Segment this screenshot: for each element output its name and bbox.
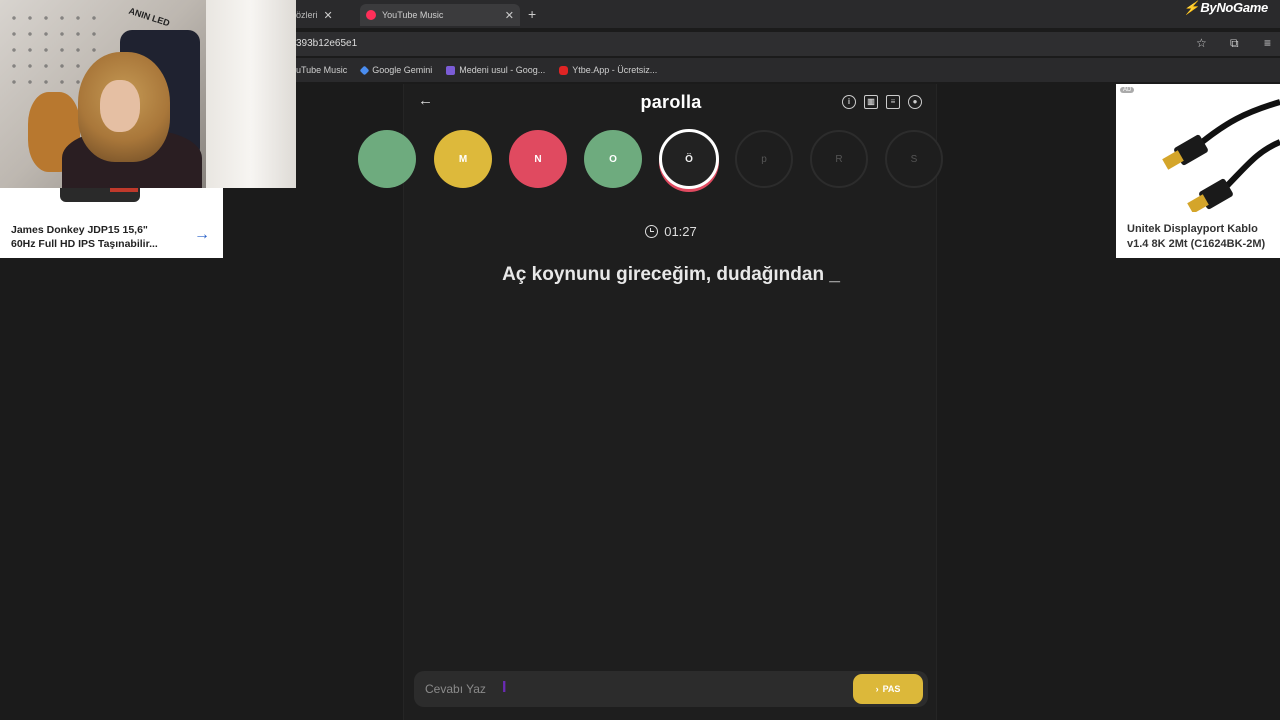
- gemini-icon: [359, 65, 370, 75]
- new-tab-button[interactable]: +: [528, 6, 536, 22]
- question-text: Aç koynunu gireceğim, dudağından _: [502, 264, 840, 285]
- screen: özleri ✕ YouTube Music ✕ + ⚡ByNoGame 393…: [0, 0, 1280, 720]
- close-tab-icon[interactable]: ✕: [505, 9, 514, 22]
- ad-right[interactable]: AD Unitek Displayport Kablo v1.4 8K 2Mt …: [1116, 84, 1280, 258]
- bookmark-label: Ytbe.App - Ücretsiz...: [572, 65, 658, 75]
- bookmark-label: Medeni usul - Goog...: [459, 65, 546, 75]
- pass-label: PAS: [882, 684, 901, 694]
- letter-circle: R: [810, 130, 868, 188]
- letter-text: P: [761, 153, 767, 165]
- game-panel: ← parolla i ▥ ≡ ● M N O Ö P R S 01:27 Aç…: [358, 84, 943, 720]
- chevron-right-icon: ›: [875, 684, 879, 694]
- letter-circle: M: [434, 130, 492, 188]
- info-icon[interactable]: i: [842, 95, 856, 109]
- ad-product-accent: [110, 188, 138, 192]
- stream-brand-logo: ⚡ByNoGame: [1183, 0, 1268, 16]
- bookmark-ytbe-app[interactable]: Ytbe.App - Ücretsiz...: [559, 65, 657, 75]
- bookmarks-bar: uTube Music Google Gemini Medeni usul - …: [296, 58, 1280, 82]
- answer-input[interactable]: [414, 671, 844, 707]
- neon-sign: ANIN LED: [127, 5, 172, 29]
- stats-icon[interactable]: ▥: [864, 95, 878, 109]
- bookmark-label: uTube Music: [296, 65, 348, 75]
- pass-button[interactable]: › PAS: [853, 674, 923, 704]
- extensions-icon[interactable]: ⧉: [1230, 36, 1239, 51]
- brand-name: ByNoGame: [1200, 0, 1268, 15]
- bookmark-label: Google Gemini: [372, 65, 433, 75]
- displayport-cable-image: [1162, 99, 1280, 212]
- ad-title[interactable]: Unitek Displayport Kablo v1.4 8K 2Mt (C1…: [1127, 222, 1280, 252]
- bookmark-youtube-music[interactable]: uTube Music: [296, 65, 347, 75]
- tab-label: özleri: [296, 10, 318, 20]
- browser-tab[interactable]: özleri ✕: [296, 4, 356, 26]
- docs-icon: [446, 65, 456, 75]
- tab-label: YouTube Music: [382, 10, 444, 20]
- ad-title-text: Unitek Displayport Kablo v1.4 8K 2Mt (C1…: [1127, 223, 1266, 250]
- youtube-icon: [559, 65, 569, 75]
- letter-circle: O: [584, 130, 642, 188]
- answer-bar: I ›PAS: [414, 671, 928, 707]
- header-icons: i ▥ ≡ ●: [842, 95, 922, 109]
- webcam-overlay: ANIN LED: [0, 0, 296, 188]
- clock-icon: [645, 225, 659, 238]
- youtube-music-icon: [366, 10, 376, 20]
- timer: 01:27: [404, 224, 938, 239]
- letter-circle: S: [885, 130, 943, 188]
- letter-circle: N: [509, 130, 567, 188]
- letter-text: N: [534, 153, 542, 165]
- bookmark-medeni-usul[interactable]: Medeni usul - Goog...: [446, 65, 545, 75]
- letter-text: Ö: [685, 153, 693, 165]
- ad-title[interactable]: James Donkey JDP15 15,6" 60Hz Full HD IP…: [11, 223, 171, 251]
- comments-icon[interactable]: ≡: [886, 95, 900, 109]
- streamer-face: [100, 80, 140, 132]
- profile-icon[interactable]: ●: [908, 95, 922, 109]
- letter-text: O: [609, 153, 617, 165]
- bookmark-star-icon[interactable]: ☆: [1196, 36, 1207, 50]
- url-text[interactable]: 393b12e65e1: [296, 38, 357, 49]
- close-tab-icon[interactable]: ✕: [324, 9, 333, 22]
- browser-tab-youtube-music[interactable]: YouTube Music ✕: [360, 4, 520, 26]
- letter-text: M: [458, 153, 468, 165]
- letter-carousel: M N O Ö P R S: [358, 129, 943, 192]
- curtain: [206, 0, 296, 188]
- timer-value: 01:27: [664, 224, 697, 239]
- letter-circle: P: [735, 130, 793, 188]
- ad-badge: AD: [1120, 87, 1135, 93]
- brand-mark-icon: ⚡: [1183, 0, 1200, 15]
- letter-text: S: [910, 153, 918, 165]
- letter-circle-current: Ö: [659, 129, 719, 189]
- bookmark-google-gemini[interactable]: Google Gemini: [359, 65, 433, 75]
- ad-left[interactable]: James Donkey JDP15 15,6" 60Hz Full HD IP…: [0, 188, 223, 258]
- arrow-right-icon[interactable]: →: [194, 226, 210, 244]
- letter-text: R: [835, 153, 843, 165]
- text-cursor-icon: I: [502, 679, 507, 696]
- address-bar[interactable]: 393b12e65e1 ☆ ⧉ ≡: [296, 32, 1280, 56]
- reading-list-icon[interactable]: ≡: [1264, 36, 1271, 50]
- letter-circle: [358, 130, 416, 188]
